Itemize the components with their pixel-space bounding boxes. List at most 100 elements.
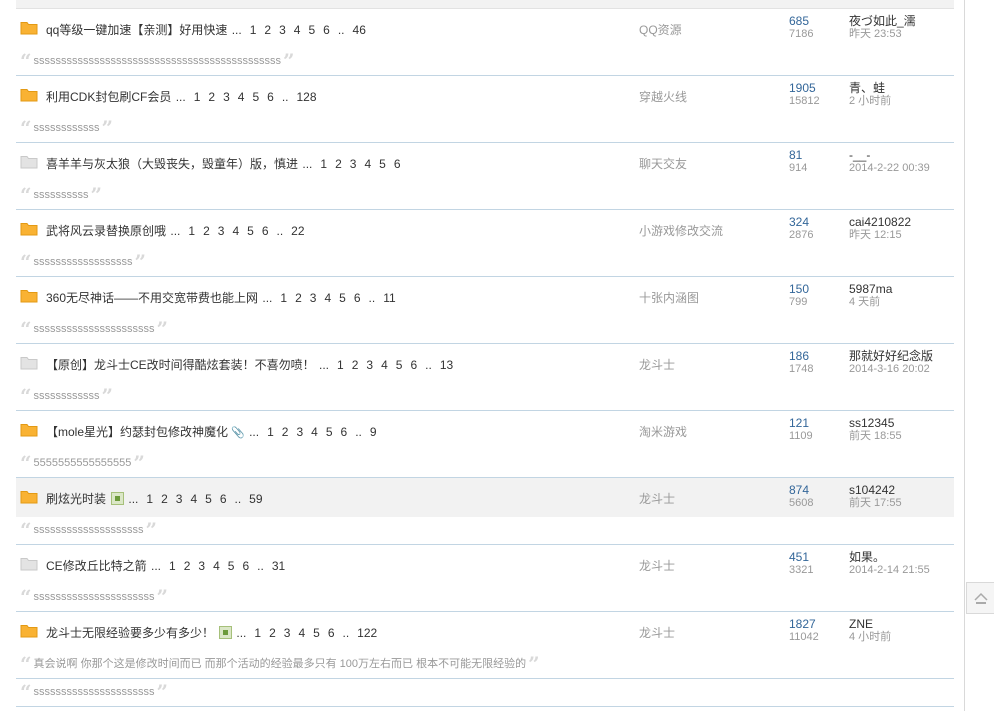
- page-link[interactable]: 6: [262, 224, 269, 238]
- page-link[interactable]: ..: [369, 291, 376, 305]
- thread-title-link[interactable]: 利用CDK封包刷CF会员: [46, 90, 171, 104]
- page-link[interactable]: 3: [198, 559, 205, 573]
- page-link[interactable]: 4: [324, 291, 331, 305]
- page-link[interactable]: 11: [383, 291, 395, 305]
- last-post-user[interactable]: 如果。: [849, 551, 930, 564]
- page-link[interactable]: 1: [250, 23, 257, 37]
- page-link[interactable]: 6: [354, 291, 361, 305]
- page-link[interactable]: 5: [308, 23, 315, 37]
- page-link[interactable]: 1: [146, 492, 153, 506]
- page-link[interactable]: 128: [297, 90, 317, 104]
- folder-icon[interactable]: [20, 87, 38, 102]
- last-post-time[interactable]: 2 小时前: [849, 95, 891, 108]
- page-link[interactable]: 3: [218, 224, 225, 238]
- reply-count[interactable]: 121: [789, 417, 813, 430]
- page-link[interactable]: 1: [320, 157, 327, 171]
- page-link[interactable]: 6: [242, 559, 249, 573]
- page-link[interactable]: 1: [169, 559, 176, 573]
- forum-link[interactable]: 聊天交友: [639, 155, 687, 172]
- page-link[interactable]: 1: [194, 90, 201, 104]
- reply-count[interactable]: 81: [789, 149, 807, 162]
- page-link[interactable]: 4: [311, 425, 318, 439]
- page-link[interactable]: 5: [396, 358, 403, 372]
- page-link[interactable]: ..: [282, 90, 289, 104]
- page-link[interactable]: 2: [264, 23, 271, 37]
- forum-link[interactable]: 龙斗士: [639, 624, 675, 641]
- page-link[interactable]: 5: [247, 224, 254, 238]
- page-link[interactable]: 6: [410, 358, 417, 372]
- page-link[interactable]: 2: [282, 425, 289, 439]
- page-link[interactable]: 3: [310, 291, 317, 305]
- page-link[interactable]: 2: [184, 559, 191, 573]
- last-post-time[interactable]: 4 天前: [849, 296, 892, 309]
- page-link[interactable]: ..: [235, 492, 242, 506]
- last-post-time[interactable]: 前天 18:55: [849, 430, 902, 443]
- page-link[interactable]: 6: [220, 492, 227, 506]
- folder-icon[interactable]: [20, 154, 38, 169]
- page-link[interactable]: 22: [291, 224, 304, 238]
- reply-count[interactable]: 186: [789, 350, 813, 363]
- folder-icon[interactable]: [20, 355, 38, 370]
- last-post-user[interactable]: 夜づ如此_濡: [849, 15, 916, 28]
- page-link[interactable]: 59: [249, 492, 262, 506]
- page-link[interactable]: 13: [440, 358, 453, 372]
- page-link[interactable]: 4: [364, 157, 371, 171]
- forum-link[interactable]: 龙斗士: [639, 490, 675, 507]
- folder-icon[interactable]: [20, 623, 38, 638]
- last-post-user[interactable]: -__-: [849, 149, 930, 162]
- last-post-user[interactable]: s104242: [849, 484, 902, 497]
- page-link[interactable]: 6: [323, 23, 330, 37]
- page-link[interactable]: 5: [339, 291, 346, 305]
- forum-link[interactable]: 龙斗士: [639, 557, 675, 574]
- folder-icon[interactable]: [20, 221, 38, 236]
- last-post-user[interactable]: ss12345: [849, 417, 902, 430]
- page-link[interactable]: ..: [338, 23, 345, 37]
- last-post-time[interactable]: 昨天 12:15: [849, 229, 911, 242]
- thread-title-link[interactable]: 【mole星光】约瑟封包修改神魔化: [46, 425, 228, 439]
- thread-title-link[interactable]: CE修改丘比特之箭: [46, 559, 147, 573]
- page-link[interactable]: 4: [381, 358, 388, 372]
- page-link[interactable]: ..: [355, 425, 362, 439]
- page-link[interactable]: 4: [213, 559, 220, 573]
- page-link[interactable]: 5: [205, 492, 212, 506]
- page-link[interactable]: ..: [343, 626, 350, 640]
- page-link[interactable]: ..: [277, 224, 284, 238]
- page-link[interactable]: 2: [208, 90, 215, 104]
- page-link[interactable]: 1: [254, 626, 261, 640]
- reply-count[interactable]: 685: [789, 15, 813, 28]
- reply-count[interactable]: 874: [789, 484, 813, 497]
- forum-link[interactable]: 淘米游戏: [639, 423, 687, 440]
- page-link[interactable]: 1: [337, 358, 344, 372]
- page-link[interactable]: 3: [350, 157, 357, 171]
- last-post-user[interactable]: cai4210822: [849, 216, 911, 229]
- folder-icon[interactable]: [20, 556, 38, 571]
- page-link[interactable]: 5: [252, 90, 259, 104]
- page-link[interactable]: 5: [228, 559, 235, 573]
- last-post-time[interactable]: 前天 17:55: [849, 497, 902, 510]
- page-link[interactable]: 4: [238, 90, 245, 104]
- page-link[interactable]: 9: [370, 425, 377, 439]
- page-link[interactable]: 3: [279, 23, 286, 37]
- page-link[interactable]: 4: [232, 224, 239, 238]
- page-link[interactable]: 31: [272, 559, 285, 573]
- last-post-user[interactable]: 青、蛙: [849, 82, 891, 95]
- page-link[interactable]: 122: [357, 626, 377, 640]
- page-link[interactable]: 2: [203, 224, 210, 238]
- reply-count[interactable]: 324: [789, 216, 813, 229]
- page-link[interactable]: 2: [269, 626, 276, 640]
- thread-title-link[interactable]: 龙斗士无限经验要多少有多少！: [46, 626, 214, 640]
- page-link[interactable]: 2: [295, 291, 302, 305]
- page-link[interactable]: 2: [335, 157, 342, 171]
- page-link[interactable]: 3: [176, 492, 183, 506]
- page-link[interactable]: 6: [267, 90, 274, 104]
- page-link[interactable]: 5: [379, 157, 386, 171]
- folder-icon[interactable]: [20, 20, 38, 35]
- reply-count[interactable]: 451: [789, 551, 813, 564]
- page-link[interactable]: 2: [352, 358, 359, 372]
- last-post-time[interactable]: 2014-2-22 00:39: [849, 162, 930, 175]
- page-link[interactable]: 5: [326, 425, 333, 439]
- thread-title-link[interactable]: 【原创】龙斗士CE改时间得酷炫套装！不喜勿喷！: [46, 358, 315, 372]
- last-post-user[interactable]: 5987ma: [849, 283, 892, 296]
- folder-icon[interactable]: [20, 489, 38, 504]
- page-link[interactable]: 1: [267, 425, 274, 439]
